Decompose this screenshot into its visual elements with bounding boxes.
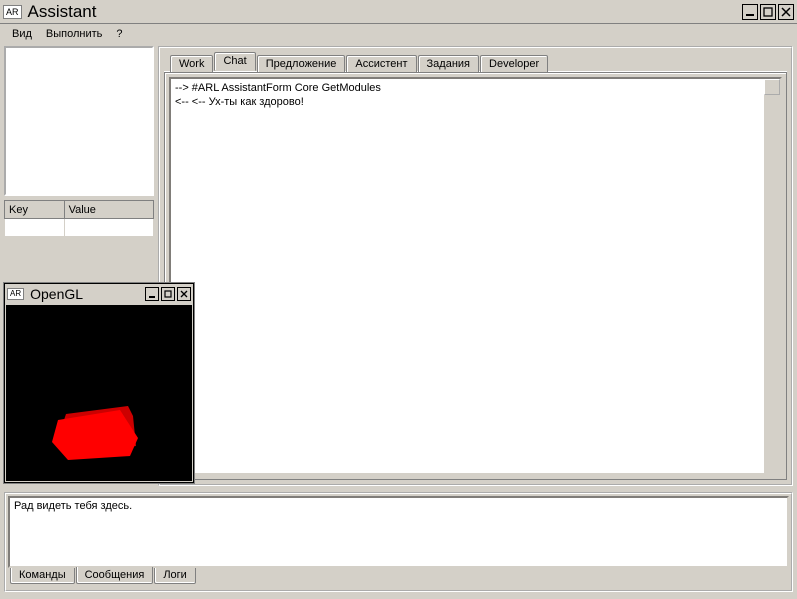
chat-panel[interactable]: --> #ARL AssistantForm Core GetModules <… [169,77,782,475]
app-icon: AR [3,5,22,19]
opengl-close-button[interactable] [177,287,191,301]
opengl-minimize-button[interactable] [145,287,159,301]
close-button[interactable] [778,4,794,20]
menubar: Вид Выполнить ? [0,24,797,44]
kv-table-wrap: Key Value [4,196,154,237]
opengl-titlebar[interactable]: AR OpenGL [5,284,193,304]
window-title: Assistant [28,2,742,22]
sidebar-tree-panel[interactable] [4,46,154,196]
bottom-tabstrip: Команды Сообщения Логи [6,570,791,590]
kv-header-value[interactable]: Value [64,201,153,219]
opengl-canvas[interactable] [6,305,192,481]
opengl-red-shape [48,398,148,468]
tab-developer[interactable]: Developer [480,55,548,72]
opengl-window[interactable]: AR OpenGL [4,283,194,483]
menu-view[interactable]: Вид [6,26,38,42]
kv-cell-value[interactable] [64,219,153,237]
menu-help[interactable]: ? [110,26,128,42]
opengl-app-icon: AR [7,288,24,300]
btab-commands[interactable]: Команды [10,568,75,584]
tab-chat[interactable]: Chat [214,52,255,71]
chat-line: --> #ARL AssistantForm Core GetModules [175,81,776,95]
tab-tasks[interactable]: Задания [418,55,479,72]
scrollbar-track[interactable] [764,79,780,473]
kv-table: Key Value [4,200,154,237]
table-row [5,219,154,237]
right-panel: Work Chat Предложение Ассистент Задания … [158,46,793,486]
main-window-titlebar: AR Assistant [0,0,797,24]
tab-proposal[interactable]: Предложение [257,55,346,72]
chat-line: <-- <-- Ух-ты как здорово! [175,95,776,109]
maximize-button[interactable] [760,4,776,20]
minimize-button[interactable] [742,4,758,20]
bottom-message-area[interactable]: Рад видеть тебя здесь. [8,496,789,568]
tab-assistant[interactable]: Ассистент [346,55,416,72]
kv-header-key[interactable]: Key [5,201,65,219]
chat-lines: --> #ARL AssistantForm Core GetModules <… [175,81,776,109]
tab-content: --> #ARL AssistantForm Core GetModules <… [164,72,787,480]
bottom-panel: Рад видеть тебя здесь. Команды Сообщения… [4,492,793,592]
menu-execute[interactable]: Выполнить [40,26,108,42]
btab-messages[interactable]: Сообщения [76,567,154,584]
btab-logs[interactable]: Логи [154,568,196,584]
kv-cell-key[interactable] [5,219,65,237]
opengl-window-controls [145,287,191,301]
tabstrip: Work Chat Предложение Ассистент Задания … [164,52,787,72]
bottom-message-text: Рад видеть тебя здесь. [14,500,132,512]
tab-work[interactable]: Work [170,55,213,72]
window-controls [742,4,794,20]
opengl-title: OpenGL [30,286,145,302]
opengl-maximize-button[interactable] [161,287,175,301]
